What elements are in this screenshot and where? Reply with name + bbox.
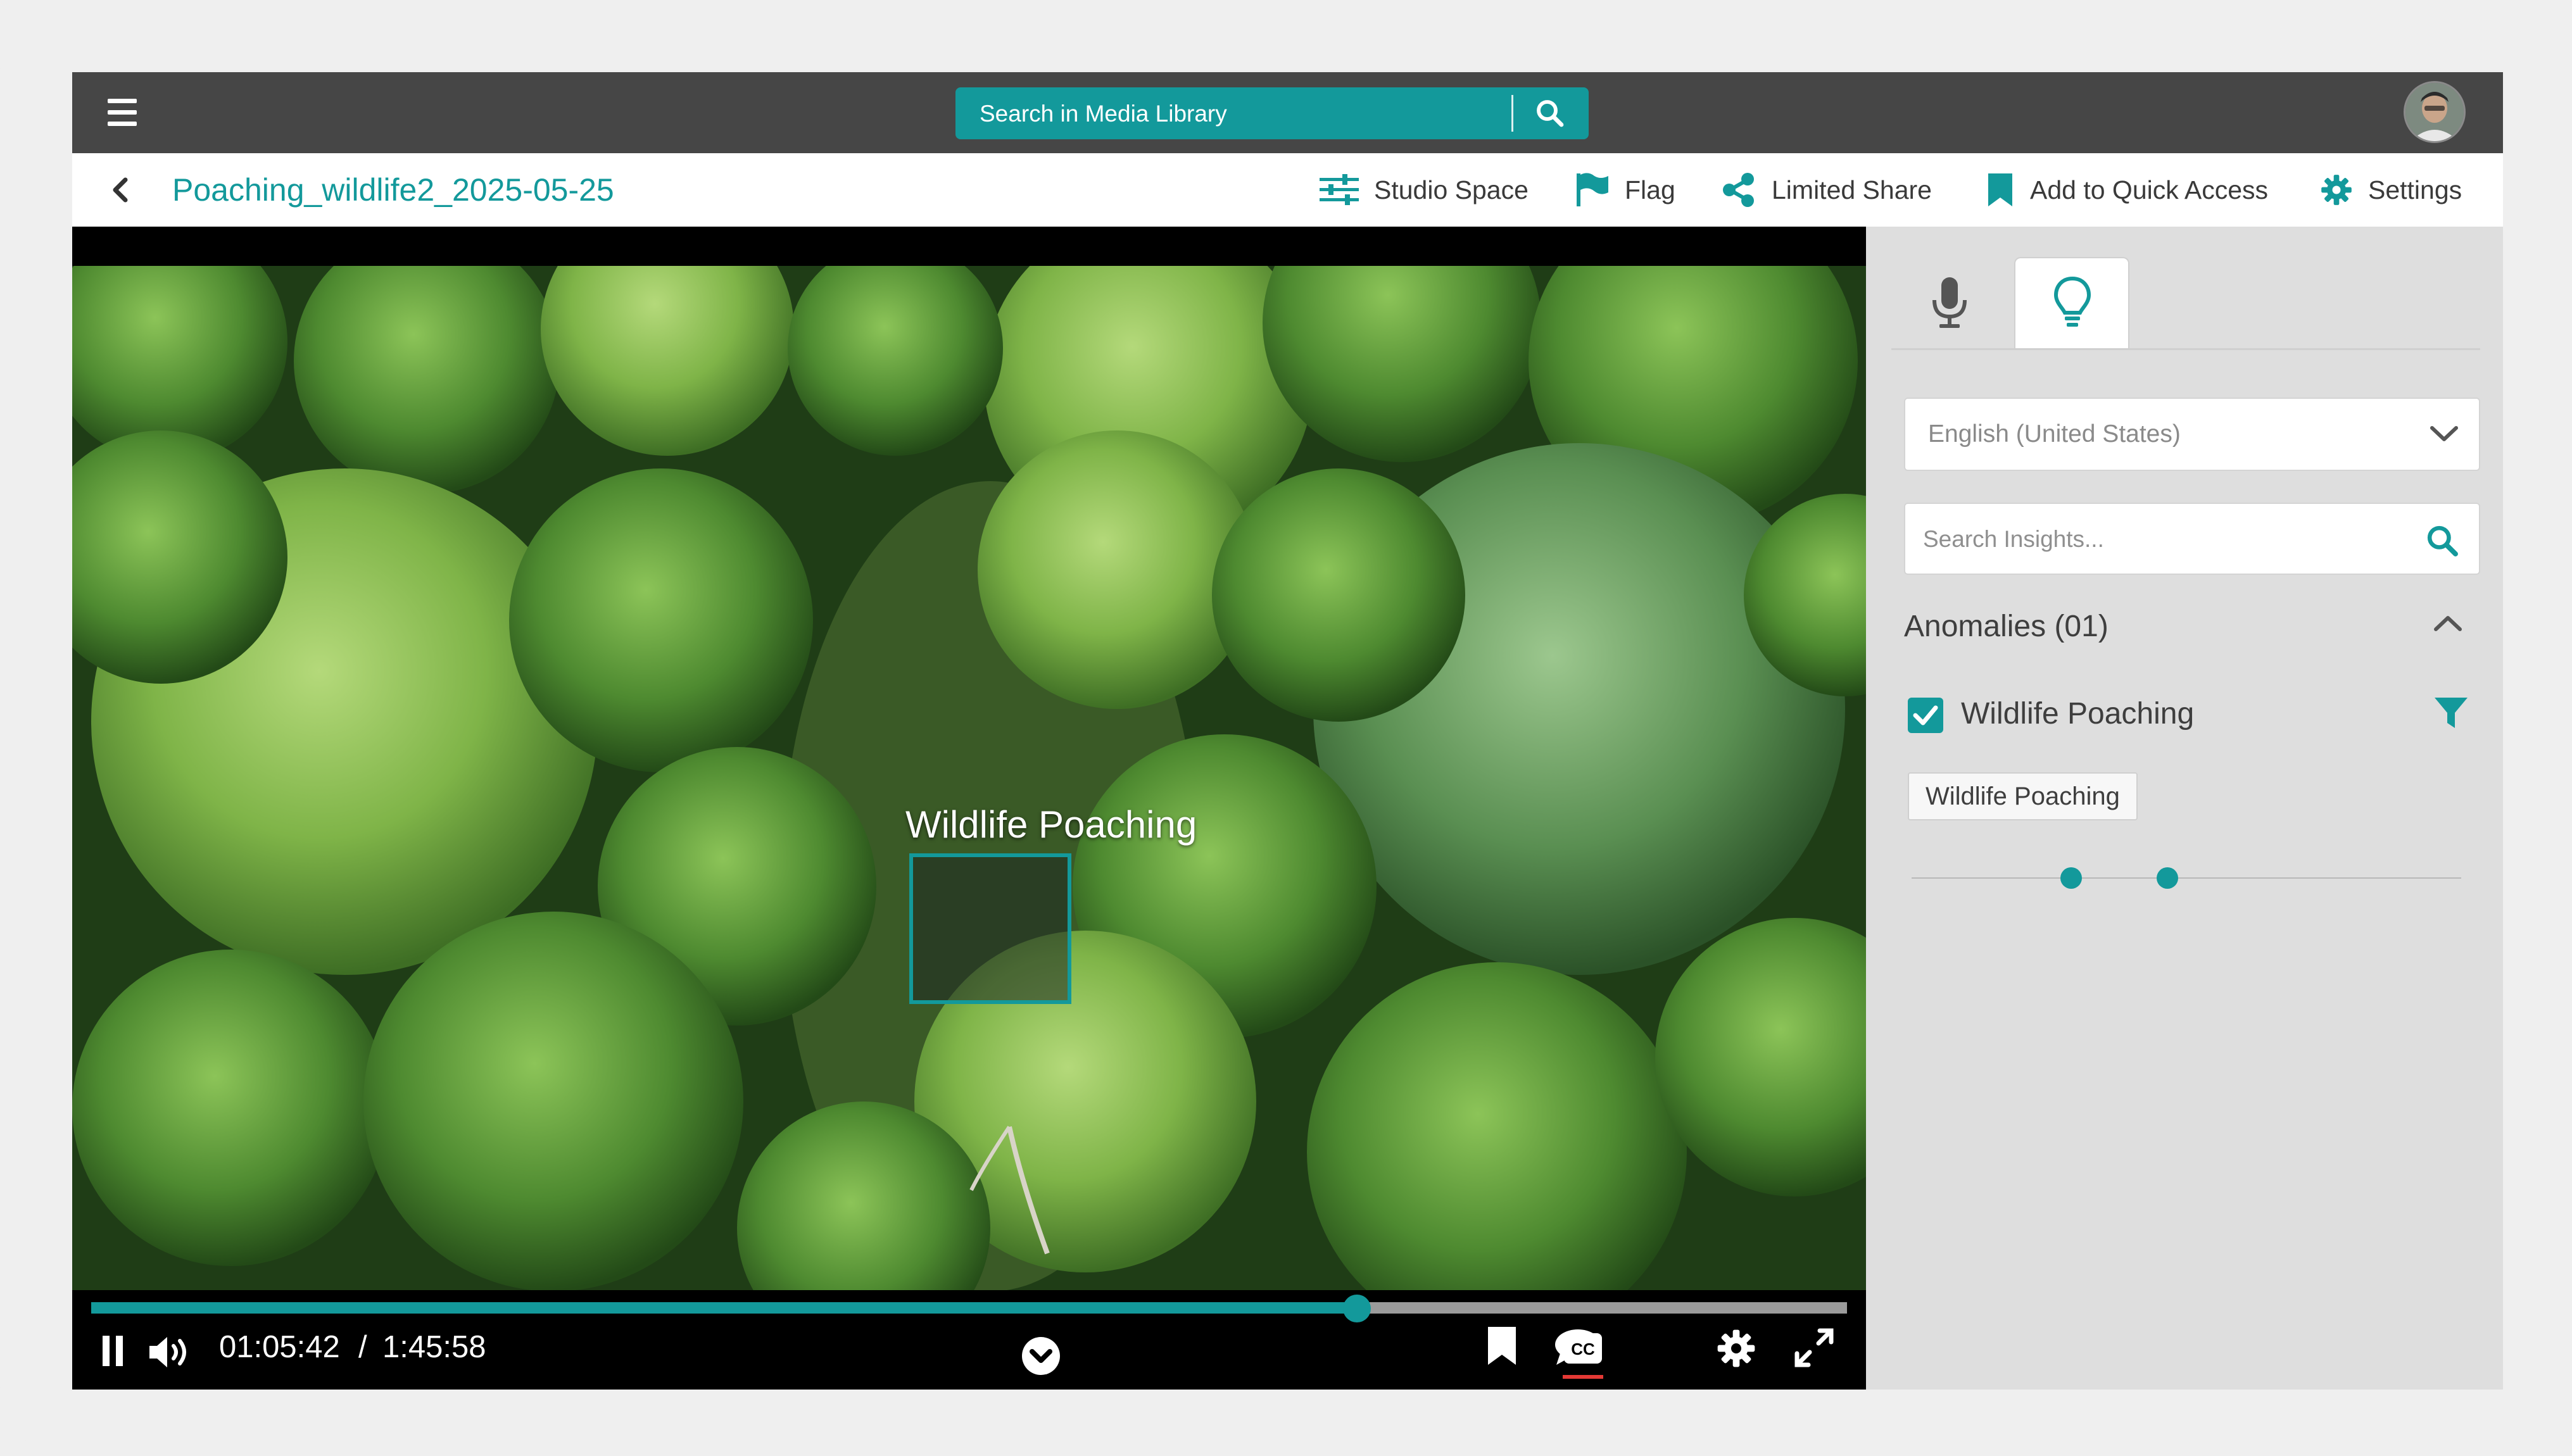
video-progress-fill bbox=[91, 1302, 1358, 1314]
filter-icon[interactable] bbox=[2433, 695, 2469, 731]
expand-icon[interactable] bbox=[1793, 1327, 1835, 1369]
anomaly-timeline bbox=[1912, 860, 2461, 898]
bookmark-icon[interactable] bbox=[1485, 1326, 1518, 1366]
anomaly-tag[interactable]: Wildlife Poaching bbox=[1908, 772, 2138, 820]
user-avatar[interactable] bbox=[2404, 81, 2466, 143]
chevron-down-circle-icon[interactable] bbox=[1021, 1336, 1061, 1376]
insights-panel: English (United States) Anomalies (01) W… bbox=[1866, 227, 2503, 1390]
captions-active-indicator bbox=[1563, 1375, 1603, 1379]
microphone-icon bbox=[1932, 277, 1967, 328]
media-library-search-input[interactable] bbox=[978, 87, 1487, 141]
search-divider bbox=[1511, 95, 1513, 132]
add-to-quick-access-label: Add to Quick Access bbox=[2030, 175, 2269, 204]
total-time: 1:45:58 bbox=[382, 1330, 486, 1364]
chevron-down-icon bbox=[2430, 426, 2458, 441]
video-player[interactable]: Wildlife Poaching 01:05:42 / 1:45:58 CC bbox=[72, 227, 1866, 1390]
current-time: 01:05:42 bbox=[219, 1330, 340, 1364]
detection-label: Wildlife Poaching bbox=[905, 803, 1197, 846]
flag-label: Flag bbox=[1625, 175, 1675, 204]
closed-captions-icon[interactable]: CC bbox=[1563, 1332, 1603, 1365]
timeline-track bbox=[1912, 877, 2461, 879]
share-icon bbox=[1723, 173, 1754, 207]
search-icon[interactable] bbox=[1533, 96, 1567, 130]
flag-button[interactable]: Flag bbox=[1574, 170, 1675, 210]
add-to-quick-access-button[interactable]: Add to Quick Access bbox=[1986, 170, 2268, 210]
insights-search bbox=[1904, 503, 2480, 575]
pause-icon[interactable] bbox=[98, 1334, 128, 1367]
video-progress-bar[interactable] bbox=[91, 1295, 1847, 1322]
svg-text:CC: CC bbox=[1571, 1340, 1595, 1359]
gear-icon[interactable] bbox=[1716, 1328, 1756, 1369]
studio-space-button[interactable]: Studio Space bbox=[1320, 170, 1529, 210]
video-progress-handle[interactable] bbox=[1343, 1295, 1371, 1322]
tabs-divider bbox=[1891, 348, 2480, 350]
limited-share-label: Limited Share bbox=[1772, 175, 1932, 204]
bookmark-icon bbox=[1988, 173, 2012, 206]
app-window: Poaching_wildlife2_2025-05-25 Studio Spa… bbox=[72, 72, 2503, 1390]
limited-share-button[interactable]: Limited Share bbox=[1721, 170, 1932, 210]
media-library-search bbox=[955, 87, 1589, 141]
language-select[interactable]: English (United States) bbox=[1904, 398, 2480, 471]
check-icon bbox=[1913, 705, 1938, 725]
studio-space-label: Studio Space bbox=[1374, 175, 1529, 204]
detection-bounding-box[interactable] bbox=[909, 853, 1071, 1004]
timeline-marker[interactable] bbox=[2060, 867, 2082, 889]
hamburger-menu-icon[interactable] bbox=[108, 99, 137, 127]
tab-transcript[interactable] bbox=[1891, 257, 2014, 349]
anomaly-label: Wildlife Poaching bbox=[1961, 697, 2195, 731]
page-title: Poaching_wildlife2_2025-05-25 bbox=[172, 172, 614, 208]
flag-icon bbox=[1577, 173, 1608, 206]
chevron-up-icon[interactable] bbox=[2433, 614, 2462, 633]
volume-icon[interactable] bbox=[147, 1334, 194, 1370]
gear-icon bbox=[2321, 175, 2352, 205]
search-icon[interactable] bbox=[2424, 523, 2460, 558]
window-frame: Poaching_wildlife2_2025-05-25 Studio Spa… bbox=[0, 0, 2572, 1456]
lightbulb-icon bbox=[2053, 276, 2091, 327]
timeline-marker[interactable] bbox=[2156, 867, 2178, 889]
back-arrow-icon[interactable] bbox=[108, 176, 133, 204]
settings-button[interactable]: Settings bbox=[2320, 170, 2462, 210]
top-bar bbox=[72, 72, 2503, 153]
header-bar: Poaching_wildlife2_2025-05-25 Studio Spa… bbox=[72, 153, 2503, 227]
tab-insights[interactable] bbox=[2014, 257, 2129, 349]
anomalies-section-title: Anomalies (01) bbox=[1904, 610, 2109, 643]
time-separator: / bbox=[358, 1330, 367, 1364]
insights-search-input[interactable] bbox=[1922, 504, 2418, 575]
sliders-icon bbox=[1320, 174, 1359, 205]
anomaly-checkbox[interactable] bbox=[1908, 698, 1943, 733]
language-select-value: English (United States) bbox=[1928, 420, 2181, 448]
video-frame-forest-aerial bbox=[72, 266, 1866, 1290]
video-controls: 01:05:42 / 1:45:58 CC bbox=[72, 1290, 1866, 1390]
settings-label: Settings bbox=[2368, 175, 2462, 204]
